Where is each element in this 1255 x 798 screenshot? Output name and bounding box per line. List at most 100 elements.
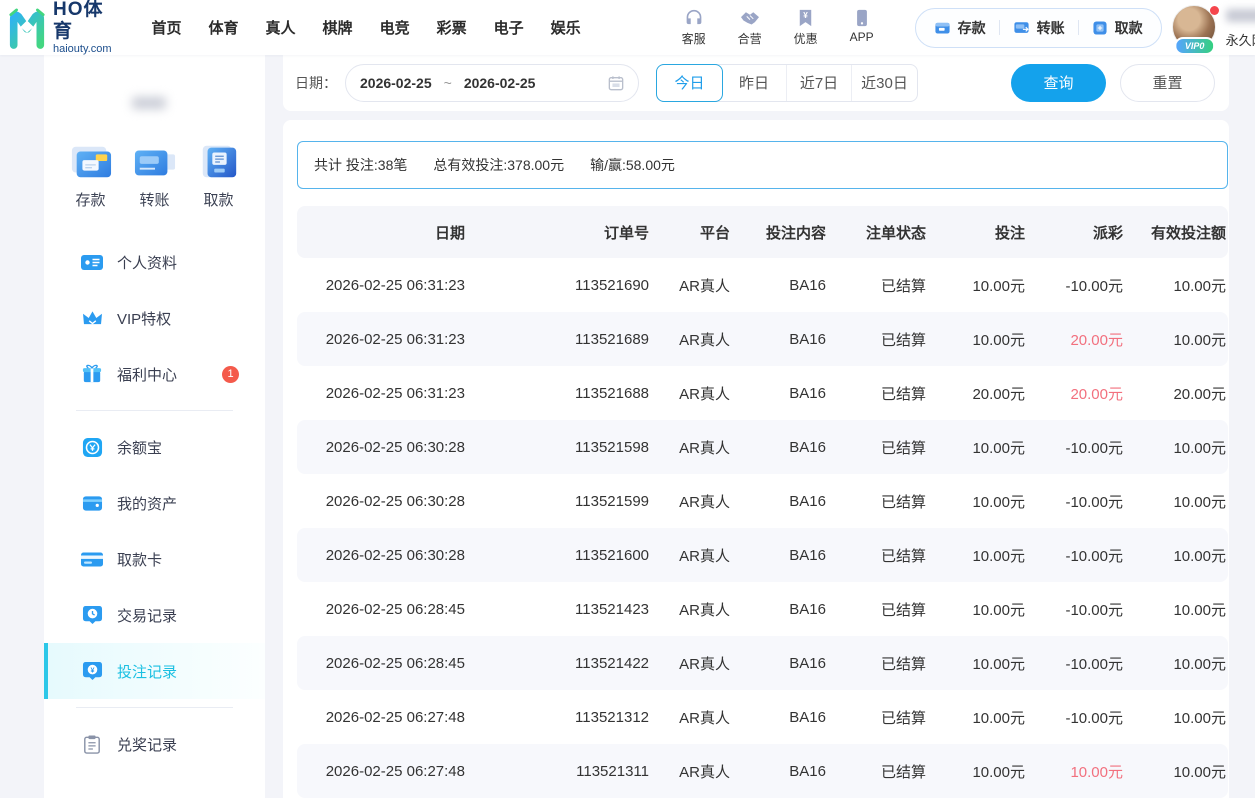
cell-order: 113521689 (467, 331, 651, 348)
handshake-icon (739, 9, 761, 27)
cell-date: 2026-02-25 06:28:45 (297, 601, 467, 618)
transfer-3d-icon (131, 141, 179, 183)
col-content: 投注内容 (732, 222, 828, 243)
cell-valid: 10.00元 (1125, 275, 1228, 296)
sidebar-item-welfare[interactable]: 福利中心 1 (44, 346, 265, 402)
cell-valid: 10.00元 (1125, 491, 1228, 512)
deposit-icon (934, 20, 951, 35)
user-meta: 永久网址 : haio (1226, 5, 1255, 51)
cell-content: BA16 (732, 655, 828, 672)
bank-card-icon (80, 551, 104, 568)
crown-icon (80, 309, 104, 327)
cell-order: 113521690 (467, 277, 651, 294)
sidebar-item-vip[interactable]: VIP特权 (44, 290, 265, 346)
cell-platform: AR真人 (651, 491, 732, 512)
cell-valid: 10.00元 (1125, 761, 1228, 782)
table-header: 日期 订单号 平台 投注内容 注单状态 投注 派彩 有效投注额 (297, 206, 1228, 258)
cell-order: 113521312 (467, 709, 651, 726)
transfer-icon (1013, 20, 1030, 35)
date-range-input[interactable]: 2026-02-25 ~ 2026-02-25 (345, 64, 639, 102)
cell-date: 2026-02-25 06:30:28 (297, 547, 467, 564)
preset-today[interactable]: 今日 (656, 64, 723, 102)
gift-icon (80, 364, 104, 384)
permanent-url-note: 永久网址 : haio (1226, 30, 1255, 49)
cell-valid: 20.00元 (1125, 383, 1228, 404)
table-row: 2026-02-25 06:30:28 113521599 AR真人 BA16 … (297, 474, 1228, 528)
withdraw-button[interactable]: 取款 (1092, 18, 1143, 38)
quick-support[interactable]: 客服 (677, 9, 711, 47)
sidebar-divider (76, 410, 233, 411)
sidebar-transfer-action[interactable]: 转账 (128, 141, 182, 210)
nav-item-cards[interactable]: 棋牌 (323, 17, 353, 38)
cell-payout: 20.00元 (1027, 383, 1125, 404)
main-nav: 首页 体育 真人 棋牌 电竞 彩票 电子 娱乐 (152, 17, 581, 38)
col-date: 日期 (297, 222, 467, 243)
nav-item-lottery[interactable]: 彩票 (437, 17, 467, 38)
cell-content: BA16 (732, 763, 828, 780)
cell-status: 已结算 (828, 275, 928, 296)
table-row: 2026-02-25 06:31:23 113521689 AR真人 BA16 … (297, 312, 1228, 366)
quick-app[interactable]: APP (845, 9, 879, 47)
transfer-button[interactable]: 转账 (1013, 18, 1065, 38)
sidebar-item-redeem-records[interactable]: 兑奖记录 (44, 716, 265, 772)
cell-payout: -10.00元 (1027, 437, 1125, 458)
cell-content: BA16 (732, 331, 828, 348)
deposit-button[interactable]: 存款 (934, 18, 986, 38)
cell-order: 113521311 (467, 763, 651, 780)
user-block: VIP0 永久网址 : haio (1172, 5, 1255, 51)
col-platform: 平台 (651, 222, 732, 243)
withdraw-3d-icon (195, 141, 243, 183)
nav-item-slots[interactable]: 电子 (494, 17, 524, 38)
logo-title: HO体育 (53, 0, 112, 43)
cell-order: 113521422 (467, 655, 651, 672)
headset-icon (684, 9, 704, 27)
withdraw-icon (1092, 20, 1108, 36)
sidebar-item-label: 兑奖记录 (117, 734, 177, 755)
sidebar-item-withdraw-card[interactable]: 取款卡 (44, 531, 265, 587)
blurred-username (1226, 9, 1255, 22)
cell-content: BA16 (732, 493, 828, 510)
query-button[interactable]: 查询 (1011, 64, 1106, 102)
quick-app-label: APP (850, 30, 874, 44)
cell-bet: 10.00元 (928, 707, 1027, 728)
cell-platform: AR真人 (651, 329, 732, 350)
sidebar-item-yuebao[interactable]: 余额宝 (44, 419, 265, 475)
cell-status: 已结算 (828, 329, 928, 350)
preset-30days[interactable]: 近30日 (852, 65, 917, 101)
table-row: 2026-02-25 06:30:28 113521600 AR真人 BA16 … (297, 528, 1228, 582)
reset-button[interactable]: 重置 (1120, 64, 1215, 102)
cell-date: 2026-02-25 06:27:48 (297, 709, 467, 726)
filter-bar: 日期： 2026-02-25 ~ 2026-02-25 (283, 55, 1229, 111)
quick-promo[interactable]: ¥ 优惠 (789, 9, 823, 47)
preset-7days[interactable]: 近7日 (787, 65, 852, 101)
quick-links: 客服 合营 ¥ 优惠 (677, 9, 879, 47)
site-logo[interactable]: HO体育 haiouty.com (8, 0, 112, 56)
date-separator: ~ (444, 75, 452, 91)
nav-item-live[interactable]: 真人 (266, 17, 296, 38)
preset-yesterday[interactable]: 昨日 (722, 65, 787, 101)
cell-content: BA16 (732, 385, 828, 402)
sidebar-withdraw-action[interactable]: 取款 (192, 141, 246, 210)
cell-bet: 10.00元 (928, 653, 1027, 674)
body: 存款 转账 (0, 55, 1255, 798)
cell-platform: AR真人 (651, 653, 732, 674)
nav-item-esports[interactable]: 电竞 (380, 17, 410, 38)
sidebar-item-bet-records[interactable]: ¥ 投注记录 (44, 643, 265, 699)
sidebar-deposit-action[interactable]: 存款 (64, 141, 118, 210)
table-row: 2026-02-25 06:27:48 113521312 AR真人 BA16 … (297, 690, 1228, 744)
nav-item-home[interactable]: 首页 (152, 17, 182, 38)
cell-bet: 10.00元 (928, 329, 1027, 350)
calendar-icon[interactable] (608, 75, 624, 91)
cell-payout: -10.00元 (1027, 545, 1125, 566)
sidebar-item-transactions[interactable]: 交易记录 (44, 587, 265, 643)
sidebar-item-assets[interactable]: 我的资产 (44, 475, 265, 531)
nav-item-sports[interactable]: 体育 (209, 17, 239, 38)
nav-item-entertainment[interactable]: 娱乐 (551, 17, 581, 38)
id-card-icon (80, 253, 104, 272)
quick-partner[interactable]: 合营 (733, 9, 767, 47)
cell-bet: 10.00元 (928, 275, 1027, 296)
sidebar-item-label: 我的资产 (117, 493, 177, 514)
cell-date: 2026-02-25 06:27:48 (297, 763, 467, 780)
sidebar-item-label: VIP特权 (117, 308, 171, 329)
sidebar-item-profile[interactable]: 个人资料 (44, 234, 265, 290)
